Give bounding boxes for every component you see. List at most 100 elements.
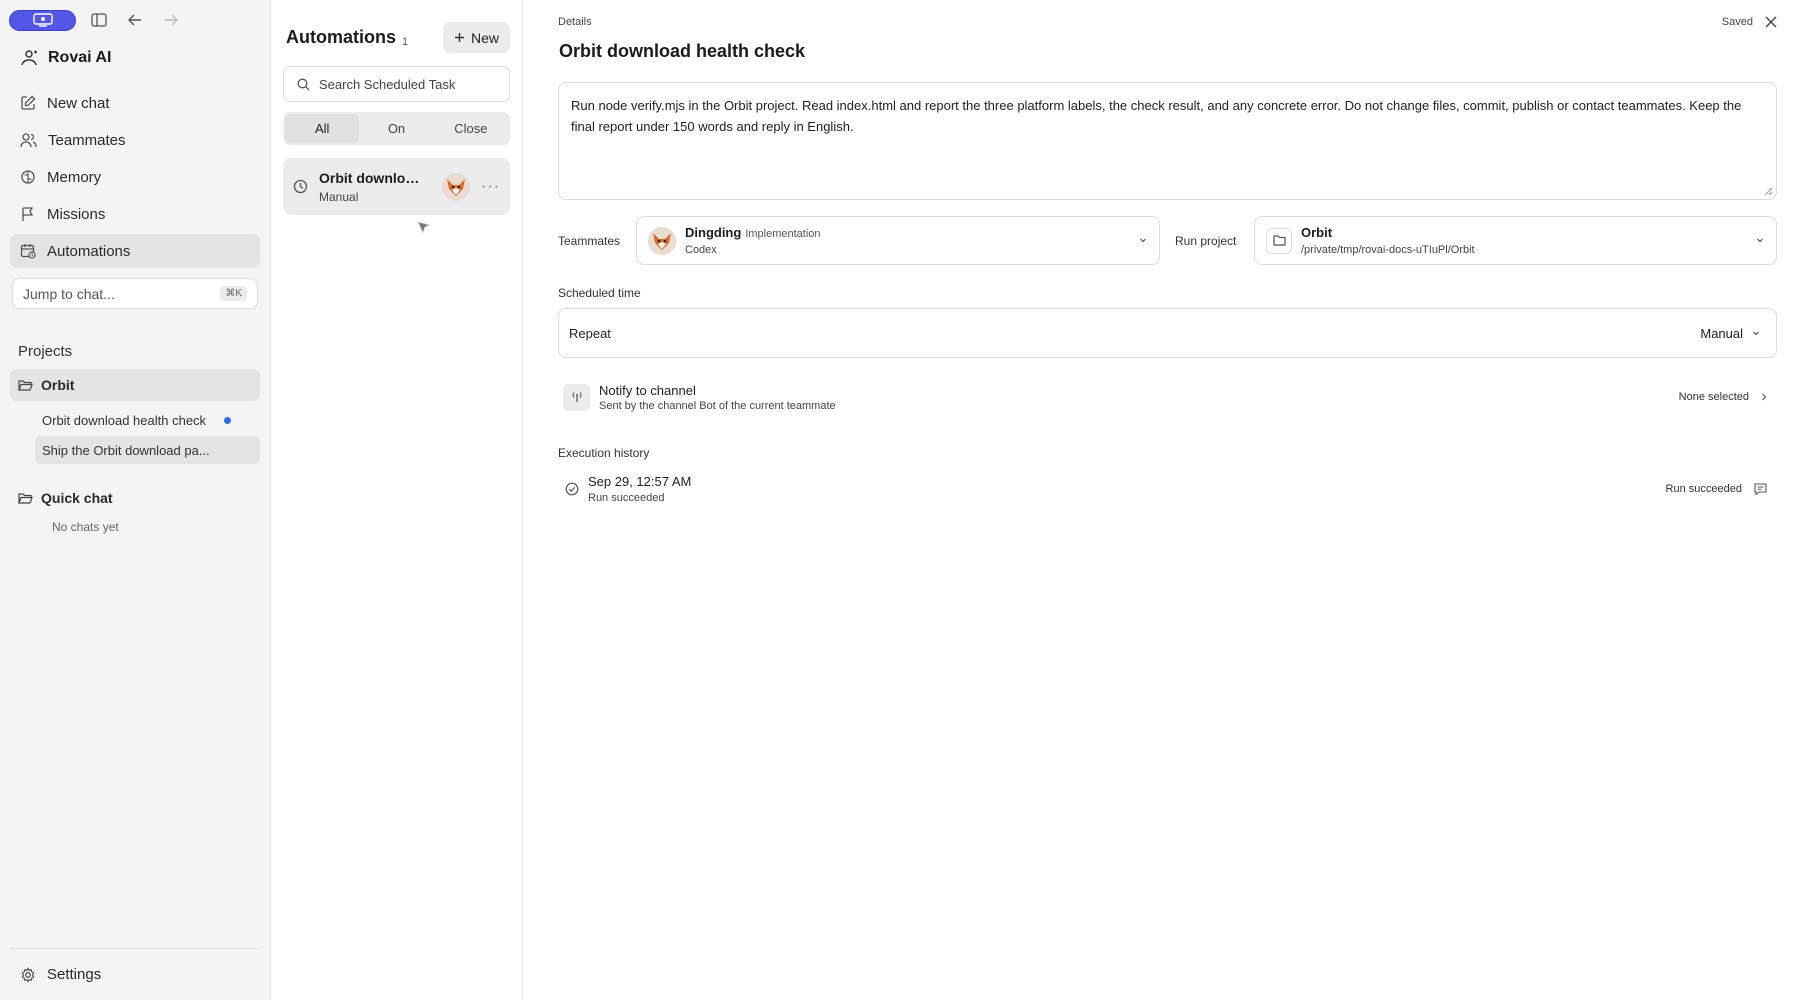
run-project-label: Run project xyxy=(1175,233,1237,248)
project-select[interactable]: Orbit /private/tmp/rovai-docs-uTIuPl/Orb… xyxy=(1254,216,1777,265)
project-quick-chat[interactable]: Quick chat xyxy=(10,482,260,514)
project-path: /private/tmp/rovai-docs-uTIuPl/Orbit xyxy=(1301,244,1475,256)
search-icon xyxy=(297,78,310,90)
main-nav: New chat Teammates Memory Missions Autom… xyxy=(0,86,270,268)
arrow-left-icon xyxy=(128,14,141,26)
jump-to-chat-button[interactable]: Jump to chat... ⌘K xyxy=(12,278,258,309)
avatar xyxy=(442,172,471,201)
filter-on[interactable]: On xyxy=(359,114,433,143)
nav-missions-label: Missions xyxy=(47,205,106,223)
jump-shortcut-badge: ⌘K xyxy=(220,286,247,301)
repeat-select[interactable]: Repeat Manual xyxy=(558,308,1777,358)
edit-icon xyxy=(21,95,36,110)
nav-teammates-label: Teammates xyxy=(48,131,126,149)
nav-memory[interactable]: Memory xyxy=(10,160,260,194)
sidebar: Rovai AI New chat Teammates Memory Missi… xyxy=(0,0,271,1000)
nav-missions[interactable]: Missions xyxy=(10,197,260,231)
new-automation-label: New xyxy=(470,29,499,46)
notify-value: None selected xyxy=(1678,391,1749,403)
check-circle-icon xyxy=(565,482,579,496)
settings-button[interactable]: Settings xyxy=(10,948,260,1000)
execution-history-label: Execution history xyxy=(558,446,650,460)
repeat-value: Manual xyxy=(1700,325,1743,341)
chevron-right-icon xyxy=(1762,393,1767,401)
close-icon[interactable] xyxy=(1765,16,1777,28)
folder-icon-box xyxy=(1266,227,1292,254)
notify-subtitle: Sent by the channel Bot of the current t… xyxy=(599,399,836,412)
page-title: Orbit download health check xyxy=(559,41,806,61)
user-icon xyxy=(21,49,37,65)
no-chats-text: No chats yet xyxy=(52,520,119,534)
nav-teammates[interactable]: Teammates xyxy=(10,123,260,157)
project-orbit[interactable]: Orbit xyxy=(10,369,260,401)
search-input[interactable] xyxy=(319,76,489,92)
fox-avatar-icon xyxy=(648,226,676,255)
teammate-role: Implementation xyxy=(745,228,821,240)
arrow-right-icon xyxy=(165,14,178,26)
project-quick-chat-name: Quick chat xyxy=(41,490,113,506)
history-status-wrap: Run succeeded xyxy=(1666,483,1777,495)
notify-channel-row[interactable]: Notify to channel Sent by the channel Bo… xyxy=(558,379,1777,415)
more-options-icon[interactable]: ··· xyxy=(481,178,500,196)
chat-item[interactable]: Ship the Orbit download pa... xyxy=(35,436,260,464)
repeat-value-wrap: Manual xyxy=(1700,326,1766,341)
resize-handle-icon[interactable] xyxy=(1764,187,1773,196)
notify-text: Notify to channel Sent by the channel Bo… xyxy=(599,383,1670,412)
gear-icon xyxy=(21,966,35,983)
nav-new-chat-label: New chat xyxy=(47,94,110,112)
project-group-orbit: Orbit Orbit download health check Ship t… xyxy=(10,369,260,464)
workspace-switcher-button[interactable] xyxy=(9,9,76,31)
detail-header: Details Saved xyxy=(558,0,1777,44)
brain-icon xyxy=(21,170,35,184)
history-date: Sep 29, 12:57 AM xyxy=(588,474,692,489)
plus-icon xyxy=(454,33,464,42)
assignment-row: Teammates Dingding Implementation Codex R… xyxy=(558,216,1777,265)
forward-button[interactable] xyxy=(158,7,184,33)
notify-value-wrap: None selected xyxy=(1679,391,1777,403)
flag-icon xyxy=(22,207,34,221)
toggle-sidebar-button[interactable] xyxy=(86,7,112,33)
folder-open-icon xyxy=(18,492,33,504)
clock-icon xyxy=(293,179,308,194)
chat-item[interactable]: Orbit download health check xyxy=(35,406,260,434)
scheduled-time-label: Scheduled time xyxy=(558,286,641,300)
nav-new-chat[interactable]: New chat xyxy=(10,86,260,120)
message-icon[interactable] xyxy=(1754,483,1767,495)
search-box[interactable] xyxy=(283,66,510,102)
history-text: Sep 29, 12:57 AM Run succeeded xyxy=(588,474,1657,504)
users-icon xyxy=(20,133,37,148)
prompt-text: Run node verify.mjs in the Orbit project… xyxy=(571,98,1742,134)
list-header: Automations 1 New xyxy=(283,0,510,75)
automation-item-name: Orbit downloa... xyxy=(319,169,421,186)
prompt-textarea[interactable]: Run node verify.mjs in the Orbit project… xyxy=(558,82,1777,200)
filter-all[interactable]: All xyxy=(285,114,360,143)
back-button[interactable] xyxy=(122,7,148,33)
teammate-name-line: Dingding Implementation xyxy=(685,225,821,240)
sidebar-icon xyxy=(91,13,107,27)
folder-open-icon xyxy=(18,379,33,391)
teammate-select[interactable]: Dingding Implementation Codex xyxy=(636,216,1160,265)
chat-item-label: Orbit download health check xyxy=(42,412,207,428)
automation-list-panel: Automations 1 New All On Close Orbit down… xyxy=(271,0,523,1000)
calendar-clock-icon xyxy=(20,244,36,259)
automation-list-item[interactable]: Orbit downloa... Manual ··· xyxy=(283,158,510,235)
chevron-down-icon xyxy=(1753,331,1759,336)
cursor-pointer-icon xyxy=(417,221,431,235)
save-status: Saved xyxy=(1722,16,1777,28)
teammate-info: Dingding Implementation Codex xyxy=(685,225,821,256)
list-title: Automations 1 xyxy=(286,27,408,48)
project-orbit-name: Orbit xyxy=(41,377,75,393)
teammates-label: Teammates xyxy=(558,233,621,248)
automation-item-schedule: Manual xyxy=(319,189,359,204)
brand-name: Rovai AI xyxy=(48,48,112,66)
filter-segmented-control: All On Close xyxy=(283,112,510,145)
filter-close[interactable]: Close xyxy=(434,114,508,143)
chat-item-label: Ship the Orbit download pa... xyxy=(42,442,210,458)
nav-automations[interactable]: Automations xyxy=(10,234,260,268)
history-subtitle: Run succeeded xyxy=(588,492,665,504)
history-row[interactable]: Sep 29, 12:57 AM Run succeeded Run succe… xyxy=(558,474,1777,504)
projects-title: Projects xyxy=(18,343,73,360)
details-label: Details xyxy=(558,16,592,28)
project-info: Orbit /private/tmp/rovai-docs-uTIuPl/Orb… xyxy=(1301,225,1475,256)
new-automation-button[interactable]: New xyxy=(442,22,510,53)
